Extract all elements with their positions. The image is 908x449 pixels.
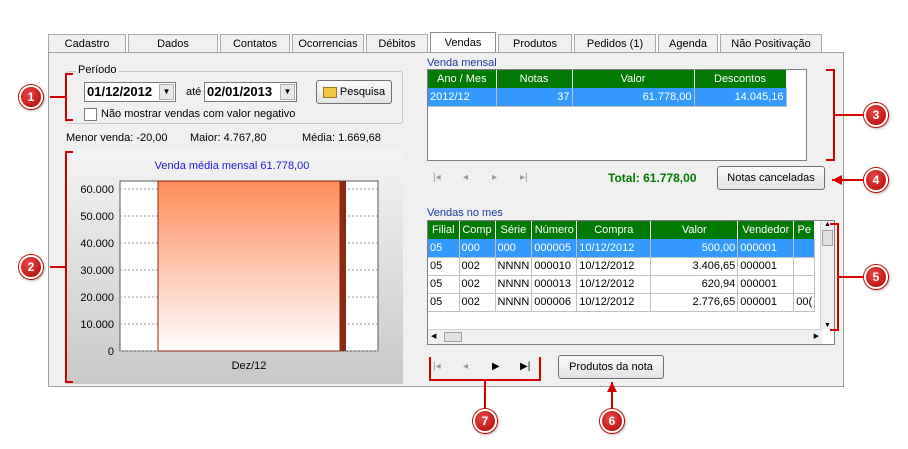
callout-7: 7 — [473, 409, 497, 433]
bracket-5 — [830, 223, 839, 331]
callout-6: 6 — [600, 409, 624, 433]
arrow-4 — [832, 175, 842, 185]
callout-1: 1 — [19, 85, 43, 109]
arrow-6 — [607, 382, 617, 392]
annotation-overlay — [50, 69, 864, 408]
callout-3: 3 — [864, 103, 888, 127]
callout-5: 5 — [864, 265, 888, 289]
callout-2: 2 — [19, 255, 43, 279]
bracket-7 — [429, 357, 541, 381]
bracket-2 — [65, 151, 73, 383]
bracket-3 — [826, 69, 835, 161]
callout-4: 4 — [864, 168, 888, 192]
bracket-1 — [65, 73, 73, 121]
